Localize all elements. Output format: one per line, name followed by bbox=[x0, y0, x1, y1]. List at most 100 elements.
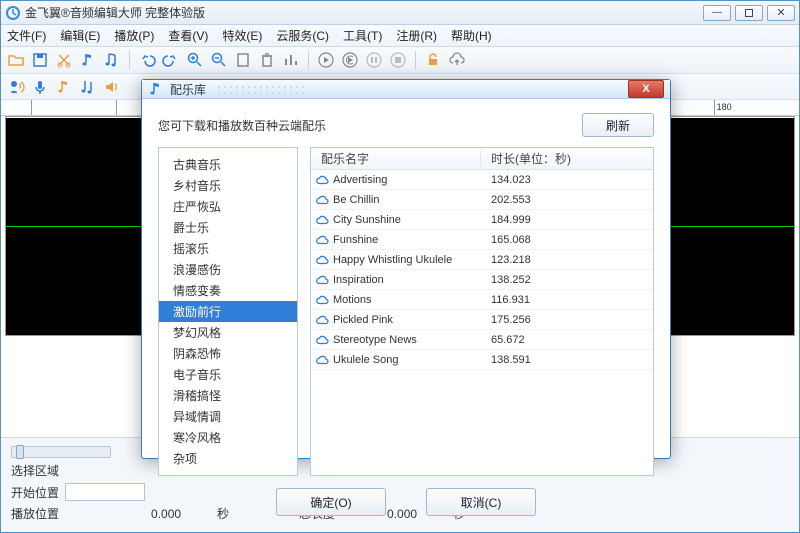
category-item[interactable]: 激励前行 bbox=[159, 301, 297, 322]
menu-file[interactable]: 文件(F) bbox=[7, 27, 46, 44]
category-item[interactable]: 浪漫感伤 bbox=[159, 259, 297, 280]
lock-icon[interactable] bbox=[424, 51, 442, 69]
ok-button[interactable]: 确定(O) bbox=[276, 488, 386, 516]
menu-bar: 文件(F) 编辑(E) 播放(P) 查看(V) 特效(E) 云服务(C) 工具(… bbox=[1, 25, 799, 47]
song-duration: 116.931 bbox=[481, 294, 653, 306]
category-item[interactable]: 庄严恢弘 bbox=[159, 196, 297, 217]
song-list-panel: 配乐名字 时长(单位：秒) Advertising134.023Be Chill… bbox=[310, 147, 654, 476]
cloud-icon bbox=[311, 193, 333, 207]
cloud-icon bbox=[311, 333, 333, 347]
window-title: 金飞翼®音频编辑大师 完整体验版 bbox=[25, 4, 699, 21]
category-item[interactable]: 爵士乐 bbox=[159, 217, 297, 238]
song-list-header: 配乐名字 时长(单位：秒) bbox=[311, 148, 653, 170]
song-name: Ukulele Song bbox=[333, 354, 481, 366]
save-icon[interactable] bbox=[31, 51, 49, 69]
play-pos-label: 播放位置 bbox=[11, 505, 59, 522]
toolbar-separator bbox=[308, 51, 309, 69]
song-row[interactable]: Funshine165.068 bbox=[311, 230, 653, 250]
menu-play[interactable]: 播放(P) bbox=[114, 27, 154, 44]
refresh-button[interactable]: 刷新 bbox=[582, 113, 654, 137]
music-library-dialog: 配乐库 X 您可下载和播放数百种云端配乐 刷新 古典音乐乡村音乐庄严恢弘爵士乐摇… bbox=[141, 79, 671, 459]
song-row[interactable]: Stereotype News65.672 bbox=[311, 330, 653, 350]
category-item[interactable]: 电子音乐 bbox=[159, 364, 297, 385]
song-row[interactable]: Be Chillin202.553 bbox=[311, 190, 653, 210]
mic-icon[interactable] bbox=[31, 78, 49, 96]
song-duration: 65.672 bbox=[481, 334, 653, 346]
zoom-out-icon[interactable] bbox=[210, 51, 228, 69]
category-item[interactable]: 古典音乐 bbox=[159, 154, 297, 175]
menu-effect[interactable]: 特效(E) bbox=[222, 27, 262, 44]
category-item[interactable]: 乡村音乐 bbox=[159, 175, 297, 196]
toolbar-main bbox=[1, 47, 799, 74]
window-close-button[interactable]: ✕ bbox=[767, 5, 795, 21]
cloud-icon bbox=[311, 173, 333, 187]
note-icon[interactable] bbox=[79, 51, 97, 69]
category-item[interactable]: 异域情调 bbox=[159, 406, 297, 427]
song-name: Funshine bbox=[333, 234, 481, 246]
cloud-upload-icon[interactable] bbox=[448, 51, 466, 69]
category-item[interactable]: 杂项 bbox=[159, 448, 297, 469]
maximize-button[interactable] bbox=[735, 5, 763, 21]
song-row[interactable]: Ukulele Song138.591 bbox=[311, 350, 653, 370]
menu-help[interactable]: 帮助(H) bbox=[451, 27, 492, 44]
category-item[interactable]: 寒冷风格 bbox=[159, 427, 297, 448]
category-item[interactable]: 梦幻风格 bbox=[159, 322, 297, 343]
song-duration: 175.256 bbox=[481, 314, 653, 326]
dialog-titlebar: 配乐库 X bbox=[142, 80, 670, 99]
category-list[interactable]: 古典音乐乡村音乐庄严恢弘爵士乐摇滚乐浪漫感伤情感变奏激励前行梦幻风格阴森恐怖电子… bbox=[158, 147, 298, 476]
pause-icon[interactable] bbox=[365, 51, 383, 69]
dialog-icon bbox=[148, 81, 164, 97]
start-pos-input[interactable] bbox=[65, 483, 145, 501]
song-row[interactable]: Inspiration138.252 bbox=[311, 270, 653, 290]
music2-icon[interactable] bbox=[79, 78, 97, 96]
minimize-button[interactable]: — bbox=[703, 5, 731, 21]
cancel-button[interactable]: 取消(C) bbox=[426, 488, 536, 516]
zoom-in-icon[interactable] bbox=[186, 51, 204, 69]
cut-icon[interactable] bbox=[55, 51, 73, 69]
menu-view[interactable]: 查看(V) bbox=[168, 27, 208, 44]
play-loop-icon[interactable] bbox=[341, 51, 359, 69]
song-row[interactable]: Advertising134.023 bbox=[311, 170, 653, 190]
levels-icon[interactable] bbox=[282, 51, 300, 69]
select-region-label: 选择区域 bbox=[11, 462, 59, 479]
stop-icon[interactable] bbox=[389, 51, 407, 69]
open-icon[interactable] bbox=[7, 51, 25, 69]
song-duration: 134.023 bbox=[481, 174, 653, 186]
redo-icon[interactable] bbox=[162, 51, 180, 69]
cloud-icon bbox=[311, 213, 333, 227]
toolbar-separator bbox=[415, 51, 416, 69]
doc-icon[interactable] bbox=[234, 51, 252, 69]
cloud-icon bbox=[311, 273, 333, 287]
song-list[interactable]: Advertising134.023Be Chillin202.553City … bbox=[311, 170, 653, 475]
song-name: City Sunshine bbox=[333, 214, 481, 226]
note2-icon[interactable] bbox=[103, 51, 121, 69]
undo-icon[interactable] bbox=[138, 51, 156, 69]
menu-cloud[interactable]: 云服务(C) bbox=[276, 27, 329, 44]
play-icon[interactable] bbox=[317, 51, 335, 69]
col-name-header: 配乐名字 bbox=[311, 150, 481, 167]
music-icon[interactable] bbox=[55, 78, 73, 96]
voice-icon[interactable] bbox=[7, 78, 25, 96]
song-duration: 123.218 bbox=[481, 254, 653, 266]
cloud-icon bbox=[311, 253, 333, 267]
menu-register[interactable]: 注册(R) bbox=[396, 27, 437, 44]
zoom-slider[interactable] bbox=[11, 446, 111, 458]
song-name: Pickled Pink bbox=[333, 314, 481, 326]
song-duration: 202.553 bbox=[481, 194, 653, 206]
speaker-icon[interactable] bbox=[103, 78, 121, 96]
song-row[interactable]: Motions116.931 bbox=[311, 290, 653, 310]
category-item[interactable]: 阴森恐怖 bbox=[159, 343, 297, 364]
category-item[interactable]: 摇滚乐 bbox=[159, 238, 297, 259]
song-duration: 138.591 bbox=[481, 354, 653, 366]
delete-icon[interactable] bbox=[258, 51, 276, 69]
menu-tools[interactable]: 工具(T) bbox=[343, 27, 382, 44]
song-row[interactable]: Pickled Pink175.256 bbox=[311, 310, 653, 330]
category-item[interactable]: 滑稽搞怪 bbox=[159, 385, 297, 406]
category-item[interactable]: 情感变奏 bbox=[159, 280, 297, 301]
dialog-close-button[interactable]: X bbox=[628, 80, 664, 98]
menu-edit[interactable]: 编辑(E) bbox=[60, 27, 100, 44]
app-logo-icon bbox=[5, 5, 21, 21]
song-name: Advertising bbox=[333, 174, 481, 186]
song-row[interactable]: City Sunshine184.999 bbox=[311, 210, 653, 230]
song-row[interactable]: Happy Whistling Ukulele123.218 bbox=[311, 250, 653, 270]
